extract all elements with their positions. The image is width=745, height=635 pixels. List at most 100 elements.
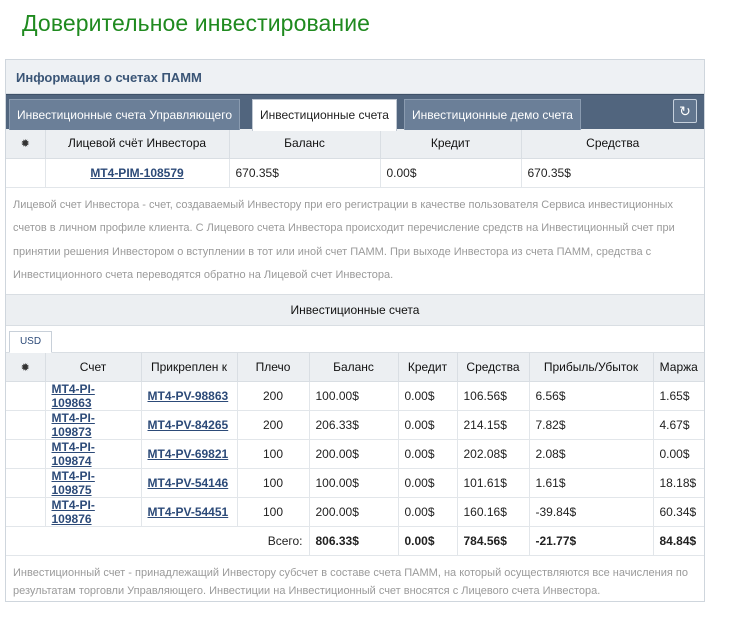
leverage-cell: 200 bbox=[237, 381, 310, 411]
leverage-cell: 200 bbox=[237, 410, 310, 440]
settings-header[interactable]: ✹ bbox=[6, 129, 46, 159]
attached-link[interactable]: MT4-PV-54451 bbox=[148, 505, 229, 519]
margin-cell: 18.18$ bbox=[653, 468, 704, 498]
margin-cell: 1.65$ bbox=[653, 381, 704, 411]
leverage-cell: 100 bbox=[237, 439, 310, 469]
margin-cell: 4.67$ bbox=[653, 410, 704, 440]
table-row: MT4-PI-109874 MT4-PV-69821 100 200.00$ 0… bbox=[6, 439, 704, 469]
credit-cell: 0.00$ bbox=[398, 439, 458, 469]
panel-title: Информация о счетах ПАММ bbox=[6, 60, 704, 94]
col-credit: Кредит bbox=[398, 352, 458, 382]
credit-cell: 0.00$ bbox=[398, 410, 458, 440]
balance-cell: 670.35$ bbox=[229, 158, 381, 188]
col-account: Счет bbox=[45, 352, 142, 382]
table-row: MT4-PI-109873 MT4-PV-84265 200 206.33$ 0… bbox=[6, 410, 704, 440]
total-funds: 784.56$ bbox=[457, 526, 530, 556]
gear-icon[interactable]: ✹ bbox=[21, 362, 30, 374]
funds-cell: 160.16$ bbox=[457, 497, 530, 527]
balance-cell: 206.33$ bbox=[309, 410, 399, 440]
account-link[interactable]: MT4-PI-109873 bbox=[52, 411, 95, 439]
personal-account-link[interactable]: MT4-PIM-108579 bbox=[90, 166, 183, 180]
row-empty-cell bbox=[6, 158, 46, 188]
balance-cell: 100.00$ bbox=[309, 381, 399, 411]
account-link[interactable]: MT4-PI-109863 bbox=[52, 382, 95, 410]
attached-link[interactable]: MT4-PV-69821 bbox=[148, 447, 229, 461]
attached-link[interactable]: MT4-PV-54146 bbox=[148, 476, 229, 490]
row-empty-cell bbox=[6, 439, 46, 469]
balance-cell: 200.00$ bbox=[309, 439, 399, 469]
total-pnl: -21.77$ bbox=[529, 526, 654, 556]
account-cell: MT4-PI-109874 bbox=[45, 439, 142, 469]
gear-icon[interactable]: ✹ bbox=[21, 138, 30, 150]
table-row: MT4-PI-109876 MT4-PV-54451 100 200.00$ 0… bbox=[6, 497, 704, 527]
balance-cell: 200.00$ bbox=[309, 497, 399, 527]
credit-cell: 0.00$ bbox=[380, 158, 522, 188]
personal-account-table: ✹ Лицевой счёт Инвестора Баланс Кредит С… bbox=[6, 129, 704, 188]
attached-cell: MT4-PV-54146 bbox=[141, 468, 238, 498]
attached-cell: MT4-PV-98863 bbox=[141, 381, 238, 411]
account-cell: MT4-PIM-108579 bbox=[45, 158, 230, 188]
tab-demo-accounts[interactable]: Инвестиционные демо счета bbox=[404, 99, 581, 130]
total-margin: 84.84$ bbox=[653, 526, 704, 556]
personal-account-note: Лицевой счет Инвестора - счет, создаваем… bbox=[6, 188, 704, 295]
row-empty-cell bbox=[6, 497, 46, 527]
credit-cell: 0.00$ bbox=[398, 468, 458, 498]
totals-label: Всего: bbox=[6, 526, 310, 556]
account-link[interactable]: MT4-PI-109876 bbox=[52, 498, 95, 526]
settings-header[interactable]: ✹ bbox=[6, 352, 46, 382]
investment-accounts-table: ✹ Счет Прикреплен к Плечо Баланс Кредит … bbox=[6, 352, 704, 556]
row-empty-cell bbox=[6, 468, 46, 498]
row-empty-cell bbox=[6, 381, 46, 411]
col-funds: Средства bbox=[521, 129, 704, 159]
col-funds: Средства bbox=[457, 352, 530, 382]
account-cell: MT4-PI-109873 bbox=[45, 410, 142, 440]
col-balance: Баланс bbox=[309, 352, 399, 382]
attached-link[interactable]: MT4-PV-84265 bbox=[148, 418, 229, 432]
pnl-cell: 1.61$ bbox=[529, 468, 654, 498]
tab-manager-accounts[interactable]: Инвестиционные счета Управляющего bbox=[9, 99, 240, 130]
row-empty-cell bbox=[6, 410, 46, 440]
table-header-row: ✹ Лицевой счёт Инвестора Баланс Кредит С… bbox=[6, 129, 704, 159]
table-row: MT4-PI-109863 MT4-PV-98863 200 100.00$ 0… bbox=[6, 381, 704, 411]
funds-cell: 101.61$ bbox=[457, 468, 530, 498]
credit-cell: 0.00$ bbox=[398, 497, 458, 527]
col-margin: Маржа bbox=[653, 352, 704, 382]
pamm-info-panel: Информация о счетах ПАММ Инвестиционные … bbox=[5, 59, 705, 602]
col-leverage: Плечо bbox=[237, 352, 310, 382]
funds-cell: 202.08$ bbox=[457, 439, 530, 469]
totals-row: Всего: 806.33$ 0.00$ 784.56$ -21.77$ 84.… bbox=[6, 526, 704, 556]
credit-cell: 0.00$ bbox=[398, 381, 458, 411]
account-link[interactable]: MT4-PI-109874 bbox=[52, 440, 95, 468]
table-row: MT4-PIM-108579 670.35$ 0.00$ 670.35$ bbox=[6, 158, 704, 188]
col-attached: Прикреплен к bbox=[141, 352, 238, 382]
col-personal-account: Лицевой счёт Инвестора bbox=[45, 129, 230, 159]
balance-cell: 100.00$ bbox=[309, 468, 399, 498]
pnl-cell: 6.56$ bbox=[529, 381, 654, 411]
attached-cell: MT4-PV-84265 bbox=[141, 410, 238, 440]
funds-cell: 106.56$ bbox=[457, 381, 530, 411]
currency-tabs: USD bbox=[6, 326, 704, 353]
refresh-icon[interactable]: ↻ bbox=[673, 99, 697, 123]
table-header-row: ✹ Счет Прикреплен к Плечо Баланс Кредит … bbox=[6, 352, 704, 382]
investment-account-note: Инвестиционный счет - принадлежащий Инве… bbox=[13, 567, 688, 597]
col-pnl: Прибыль/Убыток bbox=[529, 352, 654, 382]
pnl-cell: 7.82$ bbox=[529, 410, 654, 440]
leverage-cell: 100 bbox=[237, 468, 310, 498]
attached-link[interactable]: MT4-PV-98863 bbox=[148, 389, 229, 403]
tab-usd[interactable]: USD bbox=[9, 330, 52, 353]
funds-cell: 670.35$ bbox=[521, 158, 704, 188]
account-link[interactable]: MT4-PI-109875 bbox=[52, 469, 95, 497]
account-cell: MT4-PI-109863 bbox=[45, 381, 142, 411]
col-balance: Баланс bbox=[229, 129, 381, 159]
attached-cell: MT4-PV-69821 bbox=[141, 439, 238, 469]
margin-cell: 0.00$ bbox=[653, 439, 704, 469]
account-cell: MT4-PI-109875 bbox=[45, 468, 142, 498]
pnl-cell: -39.84$ bbox=[529, 497, 654, 527]
total-balance: 806.33$ bbox=[309, 526, 399, 556]
table-row: MT4-PI-109875 MT4-PV-54146 100 100.00$ 0… bbox=[6, 468, 704, 498]
total-credit: 0.00$ bbox=[398, 526, 458, 556]
leverage-cell: 100 bbox=[237, 497, 310, 527]
attached-cell: MT4-PV-54451 bbox=[141, 497, 238, 527]
page-title: Доверительное инвестирование bbox=[22, 10, 371, 36]
tab-investment-accounts[interactable]: Инвестиционные счета bbox=[252, 99, 397, 131]
